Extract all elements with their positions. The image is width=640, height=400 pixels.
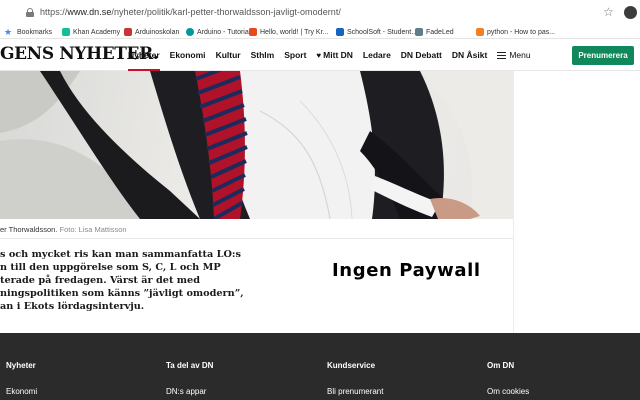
footer-link-ekonomi[interactable]: Ekonomi [6,387,37,396]
lead-line: an i Ekots lördagsintervju. [0,301,145,312]
bookmark-item[interactable]: SchoolSoft - Student... [336,27,417,37]
hamburger-icon [497,52,507,59]
nav-item-label: Mitt DN [323,50,353,60]
url-scheme: https:// [40,7,68,17]
arduino-icon [124,28,132,36]
bookmark-star-icon[interactable]: ☆ [603,5,614,19]
site-header: GENS NYHETER. Nyheter Ekonomi Kultur Sth… [0,40,640,71]
site-footer: Nyheter Ekonomi Ta del av DN DN:s appar … [0,333,640,400]
nav-item-dn-debatt[interactable]: DN Debatt [401,40,442,71]
bookmark-item[interactable]: Khan Academy [62,27,120,37]
bookmark-item[interactable]: ★ Bookmarks [4,27,52,37]
caption-photographer: Foto: Lisa Mattisson [59,225,127,234]
browser-address-bar: https://www.dn.se/nyheter/politik/karl-p… [0,0,640,25]
fadeled-icon [415,28,423,36]
article-hero-image [0,71,513,219]
bookmark-item[interactable]: Hello, world! | Try Kr... [249,27,328,37]
lead-line: terade på fredagen. Värst är det med [0,275,200,286]
nav-item-mitt-dn[interactable]: ♥ Mitt DN [316,40,353,71]
bookmark-item[interactable]: python - How to pas... [476,27,555,37]
khan-academy-icon [62,28,70,36]
nav-item-ekonomi[interactable]: Ekonomi [170,40,206,71]
right-rail [513,71,640,333]
url-path: /nyheter/politik/karl-petter-thorwaldsso… [111,7,341,17]
caption-divider [0,238,513,239]
lead-line: ningspolitiken som känns ”jävligt omoder… [0,288,244,299]
footer-heading-nyheter: Nyheter [6,361,36,370]
lead-line: s och mycket ris kan man sammanfatta LO:… [0,249,241,260]
nav-item-dn-asikt[interactable]: DN Åsikt [452,40,487,71]
main-nav: Nyheter Ekonomi Kultur Sthlm Sport ♥ Mitt… [128,40,541,71]
bookmarks-bar: ★ Bookmarks Khan Academy Arduinoskolan Ar… [0,25,640,39]
hello-world-icon [249,28,257,36]
nav-item-sport[interactable]: Sport [284,40,306,71]
bookmark-item[interactable]: FadeLed [415,27,454,37]
nav-item-sthlm[interactable]: Sthlm [251,40,275,71]
footer-link-om-cookies[interactable]: Om cookies [487,387,529,396]
footer-link-dn-appar[interactable]: DN:s appar [166,387,206,396]
schoolsoft-icon [336,28,344,36]
subscribe-button[interactable]: Prenumerera [572,46,634,65]
footer-heading-kundservice: Kundservice [327,361,376,370]
nav-item-kultur[interactable]: Kultur [216,40,241,71]
bookmark-item[interactable]: Arduinoskolan [124,27,179,37]
menu-label: Menu [509,50,531,60]
nav-item-nyheter[interactable]: Nyheter [128,40,160,71]
heart-icon: ♥ [316,51,322,60]
caption-name: er Thorwaldsson. [0,225,58,234]
stackoverflow-icon [476,28,484,36]
footer-heading-om-dn: Om DN [487,361,515,370]
menu-button[interactable]: Menu [497,40,531,71]
lock-icon [26,8,34,17]
url-host: www.dn.se [67,7,112,17]
article-lead: s och mycket ris kan man sammanfatta LO:… [0,248,300,313]
profile-avatar[interactable] [624,6,637,19]
nav-item-ledare[interactable]: Ledare [363,40,391,71]
hero-photo [0,71,513,219]
footer-link-bli-prenumerant[interactable]: Bli prenumerant [327,387,383,396]
lead-line: n till den uppgörelse som S, C, L och MP [0,262,221,273]
paywall-overlay-text: Ingen Paywall [332,260,481,281]
footer-heading-ta-del-av-dn: Ta del av DN [166,361,214,370]
bookmark-star-icon: ★ [4,27,13,37]
arduino-tutorials-icon [186,28,194,36]
url-field[interactable]: https://www.dn.se/nyheter/politik/karl-p… [40,7,341,17]
bookmark-item[interactable]: Arduino - Tutorials [186,27,254,37]
image-caption: er Thorwaldsson. Foto: Lisa Mattisson [0,225,127,234]
